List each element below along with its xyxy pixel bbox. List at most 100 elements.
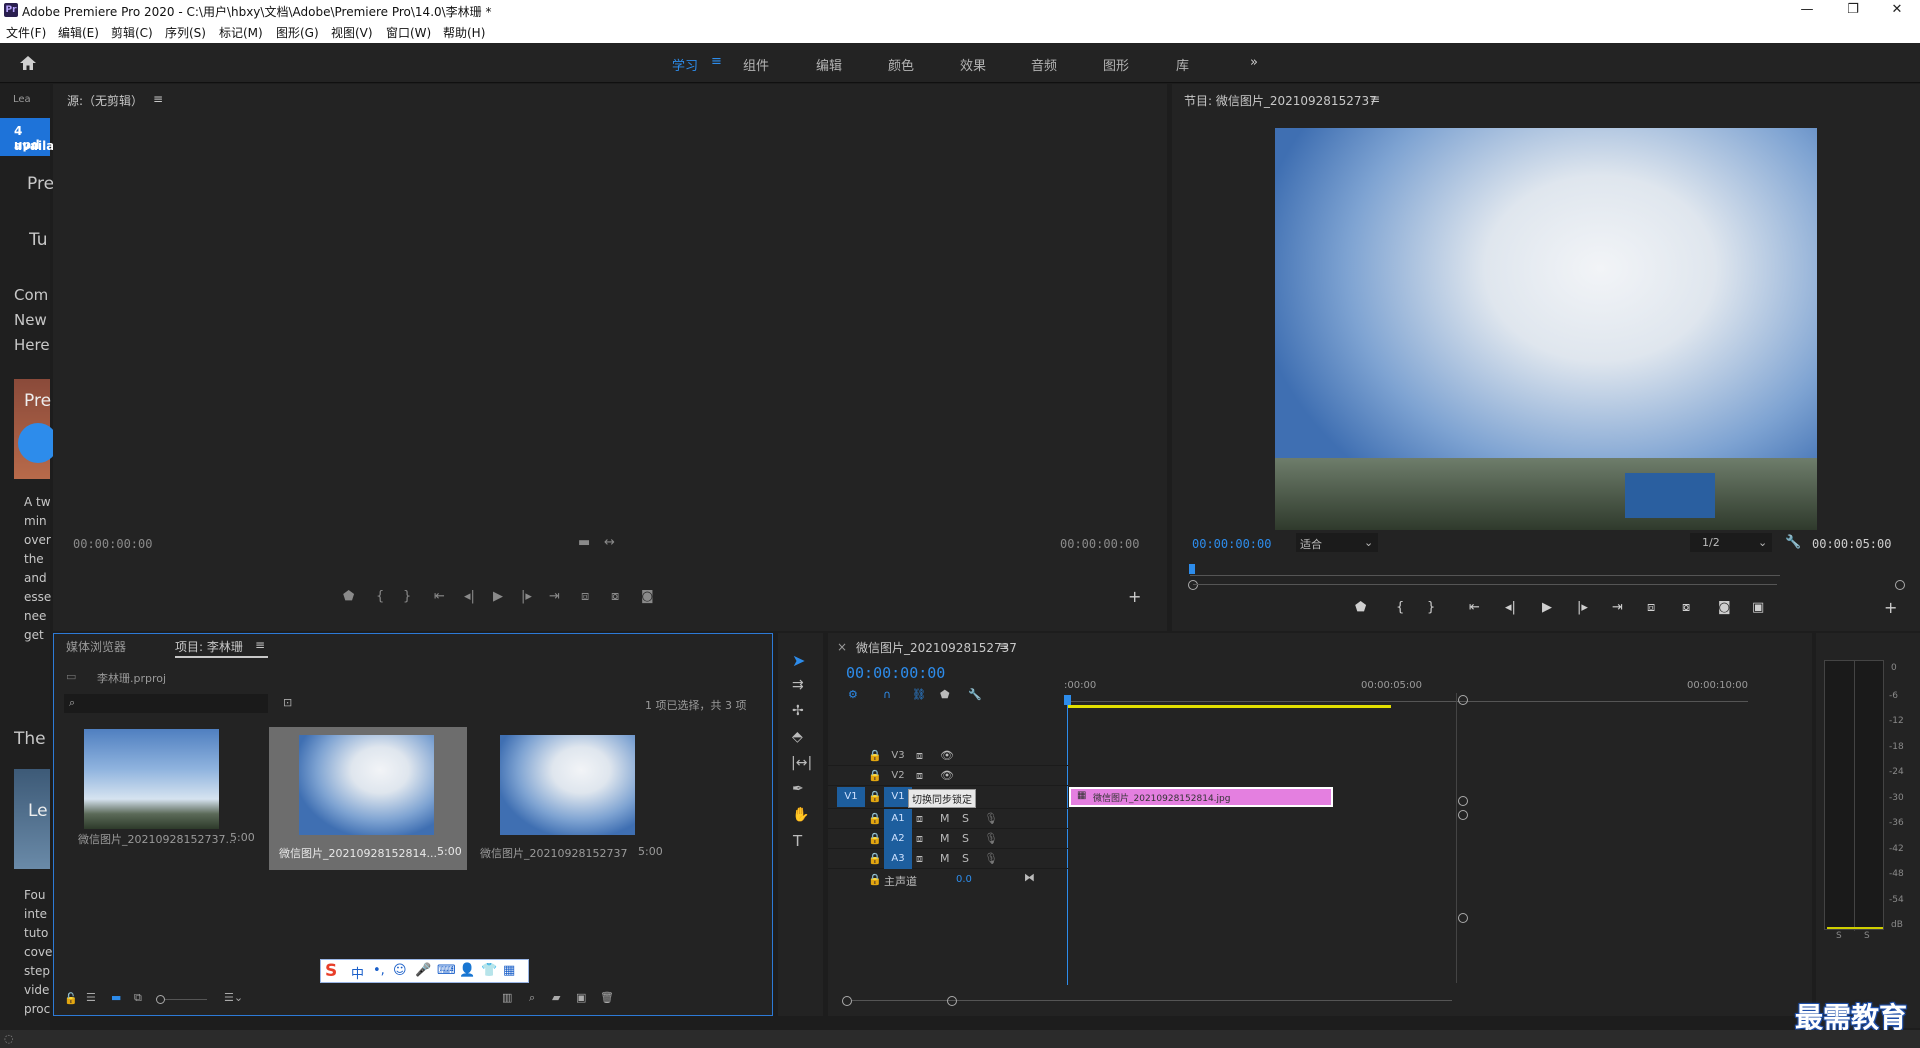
resolution-dropdown[interactable]: 1/2 ⌄	[1690, 533, 1772, 552]
source-patch-v1[interactable]: V1	[837, 787, 865, 807]
selection-tool-icon[interactable]: ➤	[792, 651, 805, 670]
vertical-scrollbar[interactable]	[1456, 693, 1457, 983]
panel-menu-icon[interactable]: ≡	[255, 638, 265, 652]
zoom-scrollbar[interactable]	[1193, 584, 1777, 585]
add-marker-icon[interactable]: ⬟	[1355, 600, 1366, 615]
timeline-timecode[interactable]: 00:00:00:00	[846, 664, 945, 682]
icon-view-icon[interactable]: ▬	[111, 991, 121, 1004]
razor-tool-icon[interactable]: ⬘	[792, 729, 803, 745]
scroll-handle[interactable]	[1458, 810, 1468, 820]
new-bin-icon[interactable]: ▰	[552, 991, 560, 1004]
mute-button[interactable]: M	[940, 832, 950, 845]
work-area-bar[interactable]	[1068, 705, 1391, 708]
scroll-start-handle[interactable]	[1188, 580, 1198, 590]
film-icon[interactable]: ⧈	[916, 749, 923, 763]
solo-right-button[interactable]: S	[1864, 931, 1870, 941]
microphone-icon[interactable]: 🎙	[984, 852, 998, 865]
tab-project[interactable]: 项目: 李林珊	[175, 638, 243, 655]
bowtie-icon[interactable]: ⧓	[1024, 871, 1035, 884]
panel-menu-icon[interactable]: ≡	[1370, 92, 1380, 106]
lock-icon[interactable]: 🔒	[868, 749, 882, 762]
source-title[interactable]: 源:（无剪辑）	[67, 92, 143, 109]
workspace-libraries[interactable]: 库	[1176, 55, 1189, 74]
trash-icon[interactable]: 🗑	[600, 991, 614, 1004]
workspace-audio[interactable]: 音频	[1031, 55, 1057, 74]
type-tool-icon[interactable]: T	[793, 832, 802, 850]
lock-icon[interactable]: 🔒	[868, 832, 882, 845]
sort-icon[interactable]: ☰⌄	[224, 991, 243, 1004]
workspace-graphics[interactable]: 图形	[1103, 55, 1129, 74]
ime-toolbox-icon[interactable]: ▦	[503, 963, 515, 978]
tutorial-thumbnail[interactable]: Le	[14, 769, 50, 869]
panel-menu-icon[interactable]: ≡	[153, 92, 163, 106]
solo-button[interactable]: S	[962, 832, 969, 845]
go-to-in-icon[interactable]: ⇤	[434, 589, 445, 604]
slip-tool-icon[interactable]: |↔|	[791, 755, 812, 771]
master-volume-value[interactable]: 0.0	[956, 874, 972, 885]
learn-item[interactable]: Pre	[27, 174, 54, 194]
ime-voice-icon[interactable]: 🎤	[415, 963, 431, 978]
zoom-dropdown[interactable]: 适合 ⌄	[1296, 533, 1378, 552]
menu-graphics[interactable]: 图形(G)	[276, 24, 319, 41]
scroll-handle[interactable]	[1458, 913, 1468, 923]
eye-icon[interactable]: 👁	[940, 749, 954, 762]
play-icon[interactable]: ▶	[1542, 600, 1552, 615]
extract-icon[interactable]: ⧇	[1682, 600, 1690, 615]
update-banner[interactable]: 4 upd availa	[0, 118, 54, 156]
menu-file[interactable]: 文件(F)	[6, 24, 46, 41]
mark-in-icon[interactable]: {	[1396, 600, 1404, 615]
mute-button[interactable]: M	[940, 812, 950, 825]
project-item[interactable]: 微信图片_20210928152737... 5:00	[66, 727, 255, 846]
mark-in-icon[interactable]: {	[376, 589, 384, 604]
compare-view-icon[interactable]: ▣	[1752, 600, 1764, 615]
lock-icon[interactable]: 🔒	[868, 790, 882, 803]
scroll-end-handle[interactable]	[1895, 580, 1905, 590]
wrench-icon[interactable]: 🔧	[968, 688, 982, 701]
search-input[interactable]: ⌕	[64, 694, 268, 713]
sync-lock-icon[interactable]: ⧈	[916, 832, 923, 846]
track-select-tool-icon[interactable]: ⇉	[792, 677, 804, 693]
workspace-more-icon[interactable]: »	[1250, 55, 1258, 70]
menu-edit[interactable]: 编辑(E)	[58, 24, 99, 41]
pen-tool-icon[interactable]: ✒	[792, 781, 804, 797]
find-filter-icon[interactable]: ⊡	[283, 696, 292, 709]
add-marker-icon[interactable]: ⬟	[940, 688, 950, 701]
learn-item[interactable]: Tu	[29, 230, 48, 250]
lift-icon[interactable]: ⧈	[1647, 600, 1655, 615]
horizontal-scrollbar[interactable]	[852, 1000, 1452, 1001]
close-icon[interactable]: ×	[837, 640, 847, 654]
export-frame-icon[interactable]: ◙	[641, 589, 654, 604]
ime-keyboard-icon[interactable]: ⌨	[437, 963, 456, 978]
step-back-icon[interactable]: ◂|	[1505, 600, 1516, 615]
menu-clip[interactable]: 剪辑(C)	[111, 24, 153, 41]
horizontal-scroll-end[interactable]	[947, 996, 957, 1006]
ime-user-icon[interactable]: 👤	[459, 963, 475, 978]
step-forward-icon[interactable]: |▸	[521, 589, 532, 604]
mark-out-icon[interactable]: }	[1427, 600, 1435, 615]
project-item[interactable]: 微信图片_20210928152737 5:00	[470, 727, 668, 870]
sync-lock-icon[interactable]: ⧈	[916, 812, 923, 826]
minimize-button[interactable]: —	[1784, 0, 1830, 20]
tutorial-thumbnail[interactable]: Pre	[14, 379, 58, 479]
project-item-selected[interactable]: 微信图片_20210928152814... 5:00	[269, 727, 467, 870]
panel-menu-icon[interactable]: ≡	[999, 639, 1009, 653]
sequence-tab[interactable]: 微信图片_20210928152737	[856, 639, 1017, 656]
lock-icon[interactable]: 🔒	[868, 852, 882, 865]
workspace-learning[interactable]: 学习	[672, 55, 698, 74]
zoom-slider-handle[interactable]	[156, 995, 165, 1004]
program-video-frame[interactable]	[1275, 128, 1817, 530]
ime-skin-icon[interactable]: 👕	[481, 963, 497, 978]
menu-help[interactable]: 帮助(H)	[443, 24, 485, 41]
film-icon[interactable]: ⧈	[916, 769, 923, 783]
playhead[interactable]	[1189, 564, 1195, 574]
workspace-assembly[interactable]: 组件	[743, 55, 769, 74]
menu-marker[interactable]: 标记(M)	[219, 24, 263, 41]
step-forward-icon[interactable]: |▸	[1577, 600, 1588, 615]
list-view-icon[interactable]: ☰	[86, 991, 96, 1004]
drag-audio-icon[interactable]: ↔	[604, 535, 615, 550]
workspace-editing[interactable]: 编辑	[816, 55, 842, 74]
find-icon[interactable]: ⌕	[529, 991, 535, 1005]
menu-sequence[interactable]: 序列(S)	[165, 24, 206, 41]
solo-button[interactable]: S	[962, 852, 969, 865]
hand-tool-icon[interactable]: ✋	[792, 807, 809, 823]
